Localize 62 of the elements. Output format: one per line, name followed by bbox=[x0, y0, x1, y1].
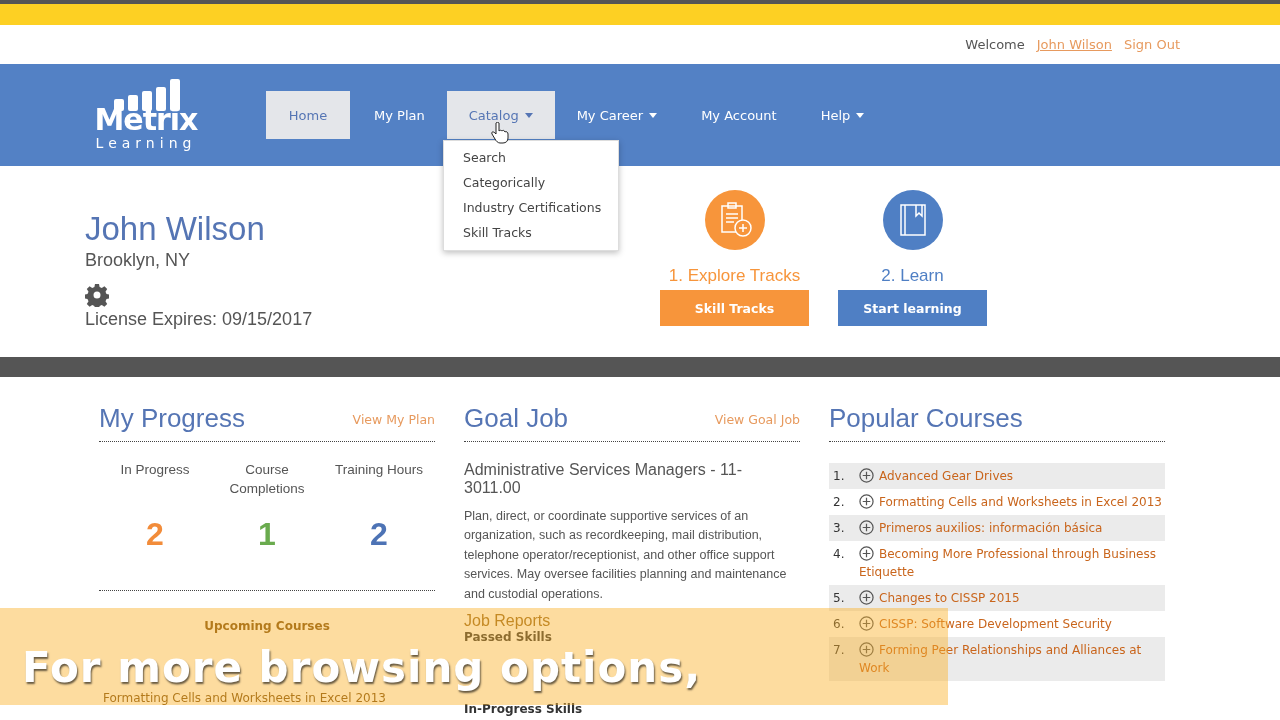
profile-name: John Wilson bbox=[85, 210, 265, 248]
stat-label: In Progress bbox=[120, 461, 190, 479]
course-link[interactable]: Advanced Gear Drives bbox=[859, 467, 1014, 485]
step-title: 1. Explore Tracks bbox=[668, 266, 801, 286]
course-number: 3. bbox=[833, 520, 846, 537]
course-link[interactable]: Becoming More Professional through Business Etiquette bbox=[859, 545, 1165, 581]
section-title: Popular Courses bbox=[829, 403, 1023, 433]
nav-item[interactable]: My Plan bbox=[352, 91, 447, 139]
job-description: Plan, direct, or coordinate supportive services of an organization, such as recordkeeping, mail distribution, telephone operator/receptionist, and other office support services. May oversee facilities planning and maintenance and custodial operations. bbox=[464, 508, 788, 603]
job-reports-title: Job Reports bbox=[464, 612, 551, 631]
menu-item[interactable]: Skill Tracks bbox=[444, 221, 618, 246]
license-expiry: License Expires: 09/15/2017 bbox=[85, 309, 313, 330]
job-title: Administrative Services Managers - 11-3011.00 bbox=[464, 461, 744, 497]
course-link[interactable]: CISSP: Software Development Security bbox=[859, 615, 1112, 633]
profile-location: Brooklyn, NY bbox=[85, 250, 191, 271]
view-goal-link[interactable]: View Goal Job bbox=[714, 412, 800, 433]
book-icon bbox=[882, 190, 943, 250]
course-number: 6. bbox=[833, 616, 846, 633]
course-number: 1. bbox=[833, 468, 846, 485]
add-icon[interactable] bbox=[859, 468, 874, 483]
section-title: Goal Job bbox=[464, 403, 569, 433]
upcoming-title: Upcoming Courses bbox=[204, 619, 330, 633]
course-link[interactable]: Changes to CISSP 2015 bbox=[859, 589, 1020, 607]
nav-item[interactable]: Home bbox=[266, 91, 350, 139]
nav-item[interactable]: My Career bbox=[554, 91, 680, 139]
menu-item[interactable]: Industry Certifications bbox=[444, 196, 618, 221]
stat-label: Course Completions bbox=[228, 461, 306, 498]
course-link[interactable]: Formatting Cells and Worksheets in Excel 2013 bbox=[859, 493, 1162, 511]
add-icon[interactable] bbox=[859, 520, 874, 535]
welcome-text: Welcome bbox=[965, 37, 1025, 52]
video-caption: For more browsing options, bbox=[22, 645, 703, 692]
add-icon[interactable] bbox=[859, 590, 874, 605]
view-plan-link[interactable]: View My Plan bbox=[352, 412, 435, 433]
menu-item[interactable]: Categorically bbox=[444, 171, 618, 196]
step-title: 2. Learn bbox=[881, 266, 944, 286]
logo-name: Metrix bbox=[94, 105, 198, 135]
stat-label: Training Hours bbox=[334, 461, 423, 479]
course-number: 5. bbox=[833, 590, 846, 607]
clipboard-add-icon bbox=[704, 190, 765, 250]
stat-value: 2 bbox=[146, 516, 164, 553]
course-number: 2. bbox=[833, 494, 846, 511]
settings-icon[interactable] bbox=[85, 283, 109, 307]
upcoming-course-link[interactable]: Formatting Cells and Worksheets in Excel 2013 bbox=[99, 691, 386, 705]
skills-heading: Passed Skills bbox=[464, 630, 552, 645]
nav-item[interactable]: Catalog bbox=[446, 91, 555, 139]
add-icon[interactable] bbox=[859, 546, 874, 561]
add-icon[interactable] bbox=[859, 494, 874, 509]
step-button[interactable]: Skill Tracks bbox=[660, 290, 809, 326]
user-link[interactable]: John Wilson bbox=[1036, 37, 1112, 52]
nav-item[interactable]: Help bbox=[798, 91, 887, 139]
stat-value: 2 bbox=[370, 516, 388, 553]
section-title: My Progress bbox=[99, 403, 245, 433]
nav-item[interactable]: My Account bbox=[679, 91, 799, 139]
skills-heading: In-Progress Skills bbox=[464, 702, 583, 717]
stat-value: 1 bbox=[258, 516, 276, 553]
course-number: 4. bbox=[833, 546, 846, 563]
logo-subtitle: Learning bbox=[95, 135, 197, 151]
menu-item[interactable]: Search bbox=[444, 146, 618, 171]
course-link[interactable]: Primeros auxilios: información básica bbox=[859, 519, 1103, 537]
step-button[interactable]: Start learning bbox=[838, 290, 987, 326]
sign-out-link[interactable]: Sign Out bbox=[1123, 37, 1180, 52]
course-number: 7. bbox=[833, 642, 846, 659]
